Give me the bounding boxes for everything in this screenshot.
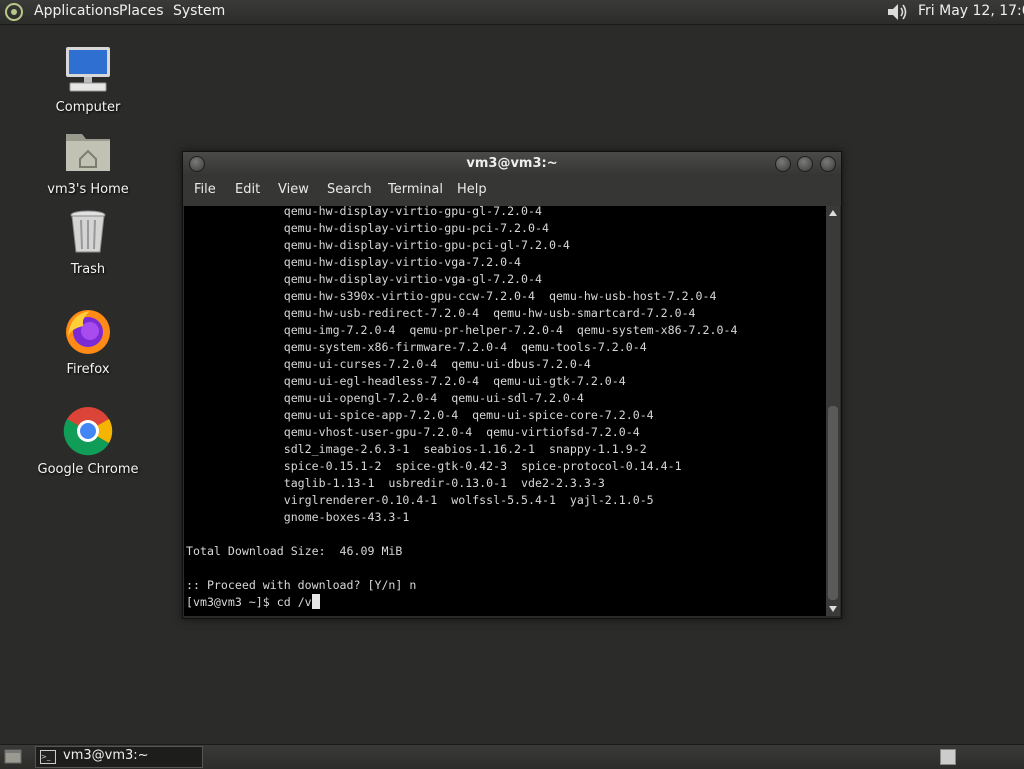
menu-search[interactable]: Search	[327, 182, 372, 197]
clock[interactable]: Fri May 12, 17:03	[918, 3, 1024, 19]
desktop-icon-computer[interactable]: Computer	[33, 44, 143, 115]
show-desktop-icon[interactable]	[4, 748, 22, 765]
menu-help[interactable]: Help	[457, 182, 487, 197]
terminal-line: qemu-hw-display-virtio-vga-7.2.0-4	[186, 255, 522, 269]
desktop-icon-label: Trash	[70, 262, 106, 277]
scrollbar-thumb[interactable]	[828, 406, 838, 600]
desktop-icon-label: Google Chrome	[37, 462, 139, 477]
minimize-button[interactable]	[775, 156, 791, 172]
terminal-line: qemu-hw-s390x-virtio-gpu-ccw-7.2.0-4 qem…	[186, 289, 717, 303]
terminal-prompt: [vm3@vm3 ~]$	[186, 595, 277, 609]
workspace-switcher[interactable]	[940, 749, 956, 765]
terminal-scrollbar[interactable]	[826, 206, 840, 616]
terminal-line: :: Proceed with download? [Y/n] n	[186, 578, 417, 592]
menu-edit[interactable]: Edit	[235, 182, 260, 197]
terminal-line: qemu-ui-egl-headless-7.2.0-4 qemu-ui-gtk…	[186, 374, 626, 388]
terminal-prompt-line[interactable]: [vm3@vm3 ~]$ cd /v	[186, 594, 320, 611]
terminal-line: qemu-ui-curses-7.2.0-4 qemu-ui-dbus-7.2.…	[186, 357, 591, 371]
terminal-line: qemu-hw-display-virtio-gpu-pci-gl-7.2.0-…	[186, 238, 570, 252]
maximize-button[interactable]	[797, 156, 813, 172]
menu-applications[interactable]: Applications	[34, 3, 120, 19]
desktop-icon-label: vm3's Home	[47, 182, 129, 197]
taskbar-button-label: vm3@vm3:~	[63, 748, 149, 763]
terminal-line: sdl2_image-2.6.3-1 seabios-1.16.2-1 snap…	[186, 442, 647, 456]
menu-places[interactable]: Places	[119, 3, 164, 19]
terminal-icon: >_	[40, 750, 56, 764]
desktop-icon-trash[interactable]: Trash	[33, 206, 143, 277]
terminal-line: qemu-hw-display-virtio-gpu-gl-7.2.0-4	[186, 206, 542, 218]
terminal-line: Total Download Size: 46.09 MiB	[186, 544, 403, 558]
menu-view[interactable]: View	[278, 182, 309, 197]
desktop-icon-home[interactable]: vm3's Home	[33, 126, 143, 197]
terminal-line: qemu-img-7.2.0-4 qemu-pr-helper-7.2.0-4 …	[186, 323, 738, 337]
computer-icon	[66, 47, 110, 92]
scroll-down-arrow-icon[interactable]	[829, 606, 837, 612]
terminal-line: qemu-hw-usb-redirect-7.2.0-4 qemu-hw-usb…	[186, 306, 696, 320]
menu-file[interactable]: File	[194, 182, 216, 197]
terminal-line: qemu-system-x86-firmware-7.2.0-4 qemu-to…	[186, 340, 647, 354]
desktop-icon-firefox[interactable]: Firefox	[33, 306, 143, 377]
firefox-icon	[66, 310, 110, 354]
terminal-line: qemu-hw-display-virtio-gpu-pci-7.2.0-4	[186, 221, 549, 235]
volume-icon[interactable]	[884, 1, 908, 23]
terminal-output[interactable]: qemu-hw-display-virtio-gpu-gl-7.2.0-4 qe…	[184, 206, 826, 616]
chrome-icon	[63, 407, 113, 456]
window-menubar: File Edit View Search Terminal Help	[183, 176, 841, 206]
scroll-up-arrow-icon[interactable]	[829, 210, 837, 216]
terminal-line: spice-0.15.1-2 spice-gtk-0.42-3 spice-pr…	[186, 459, 682, 473]
desktop-icon-label: Firefox	[66, 362, 110, 377]
home-folder-icon	[66, 134, 110, 171]
terminal-line: qemu-ui-opengl-7.2.0-4 qemu-ui-sdl-7.2.0…	[186, 391, 584, 405]
menu-terminal[interactable]: Terminal	[388, 182, 443, 197]
terminal-line: virglrenderer-0.10.4-1 wolfssl-5.5.4-1 y…	[186, 493, 654, 507]
desktop-icon-label: Computer	[55, 100, 121, 115]
top-panel: Applications Places System Fri May 12, 1…	[0, 0, 1024, 25]
close-button[interactable]	[820, 156, 836, 172]
terminal-line: qemu-ui-spice-app-7.2.0-4 qemu-ui-spice-…	[186, 408, 654, 422]
terminal-line: gnome-boxes-43.3-1	[186, 510, 410, 524]
window-title: vm3@vm3:~	[466, 156, 558, 171]
terminal-window[interactable]: vm3@vm3:~ File Edit View Search Terminal…	[182, 151, 842, 619]
terminal-line: qemu-hw-display-virtio-vga-gl-7.2.0-4	[186, 272, 542, 286]
window-titlebar[interactable]: vm3@vm3:~	[183, 152, 841, 176]
terminal-line: qemu-vhost-user-gpu-7.2.0-4 qemu-virtiof…	[186, 425, 640, 439]
menu-system[interactable]: System	[173, 3, 225, 19]
trash-icon	[70, 210, 106, 253]
taskbar-button-terminal[interactable]: >_ vm3@vm3:~	[35, 746, 203, 768]
terminal-input[interactable]: cd /v	[277, 595, 312, 609]
text-cursor	[311, 594, 320, 609]
desktop-icon-chrome[interactable]: Google Chrome	[33, 406, 143, 477]
main-menu-logo-icon[interactable]	[4, 2, 24, 22]
terminal-line: taglib-1.13-1 usbredir-0.13.0-1 vde2-2.3…	[186, 476, 605, 490]
bottom-panel: >_ vm3@vm3:~	[0, 744, 1024, 769]
